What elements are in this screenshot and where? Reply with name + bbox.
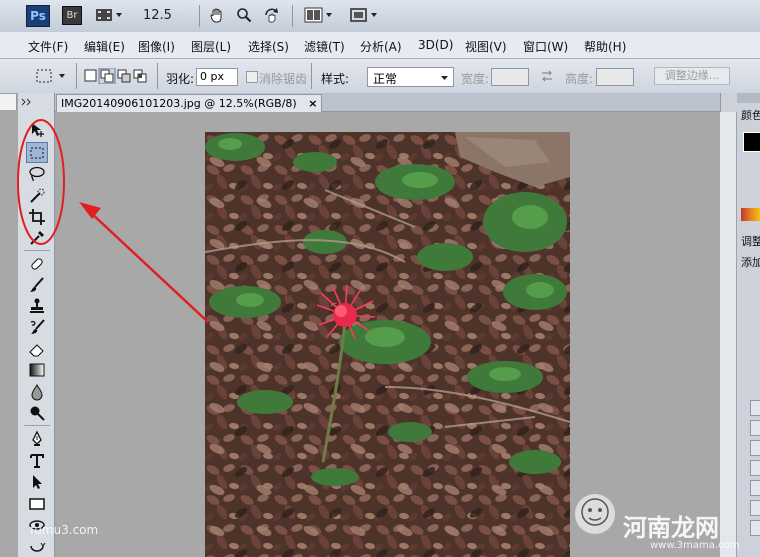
menu-analysis[interactable]: 分析(A): [360, 38, 402, 55]
style-label: 样式:: [321, 72, 350, 86]
pen-tool-icon[interactable]: [26, 429, 48, 449]
adjustment-preset-arrow[interactable]: [750, 520, 760, 536]
adjustments-panel-tab[interactable]: 调整: [741, 233, 760, 249]
menu-image[interactable]: 图像(I): [138, 38, 175, 55]
menu-filter[interactable]: 滤镜(T): [304, 38, 345, 55]
menu-edit[interactable]: 编辑(E): [84, 38, 125, 55]
refine-edge-button[interactable]: 调整边缘...: [654, 67, 730, 85]
chevron-down-icon: [441, 76, 448, 80]
close-icon[interactable]: ×: [308, 97, 317, 110]
3d-orbit-tool-icon[interactable]: [26, 536, 48, 556]
antialias-label: 消除锯齿: [259, 72, 308, 86]
adjustment-preset-arrow[interactable]: [750, 480, 760, 496]
film-strip-icon[interactable]: [94, 6, 124, 24]
arrange-documents-icon[interactable]: [303, 6, 335, 24]
tools-divider: [24, 425, 50, 426]
width-input[interactable]: [491, 68, 529, 86]
selection-mode-buttons[interactable]: [84, 67, 150, 85]
menu-3d[interactable]: 3D(D): [418, 38, 453, 52]
menu-layer[interactable]: 图层(L): [191, 38, 231, 55]
vertical-scrollbar[interactable]: [720, 112, 737, 557]
rotate-view-icon[interactable]: [261, 6, 283, 24]
tool-preset-picker[interactable]: [32, 66, 68, 86]
foreground-color-swatch[interactable]: [743, 132, 760, 152]
bridge-button[interactable]: Br: [62, 6, 82, 25]
menu-file[interactable]: 文件(F): [28, 38, 68, 55]
zoom-level-dropdown[interactable]: 12.5: [143, 6, 179, 24]
adjustment-preset-arrow[interactable]: [750, 460, 760, 476]
height-label: 高度:: [565, 72, 594, 86]
watermark-brand-url: www.3mama.com: [650, 540, 740, 551]
hand-tool-icon[interactable]: [207, 6, 227, 24]
adjustment-preset-arrow[interactable]: [750, 500, 760, 516]
swap-arrows-icon[interactable]: [540, 69, 554, 83]
panel-collapse-icon[interactable]: [20, 95, 34, 106]
color-panel-tab[interactable]: 颜色: [741, 107, 760, 123]
photoshop-logo: Ps: [26, 5, 50, 27]
eraser-tool-icon[interactable]: [26, 339, 48, 359]
screen-mode-icon[interactable]: [348, 6, 380, 24]
menu-select[interactable]: 选择(S): [248, 38, 289, 55]
feather-label: 羽化:: [166, 72, 195, 86]
menu-help[interactable]: 帮助(H): [584, 38, 626, 55]
watermark-left: fumu3.com: [30, 523, 99, 537]
style-value: 正常: [373, 72, 398, 86]
rectangle-tool-icon[interactable]: [26, 494, 48, 514]
chevron-down-icon: [178, 14, 179, 16]
height-input[interactable]: [596, 68, 634, 86]
adjustment-preset-arrow[interactable]: [750, 400, 760, 416]
zoom-tool-icon[interactable]: [234, 6, 254, 24]
zoom-level-value: 12.5: [143, 7, 172, 23]
adjustments-add-label: 添加: [741, 256, 760, 269]
adjustment-preset-arrow[interactable]: [750, 440, 760, 456]
gradient-tool-icon[interactable]: [26, 360, 48, 380]
feather-input[interactable]: 0 px: [196, 68, 238, 86]
antialias-checkbox[interactable]: [246, 71, 258, 83]
menu-view[interactable]: 视图(V): [465, 38, 507, 55]
dodge-tool-icon[interactable]: [26, 403, 48, 423]
path-selection-tool-icon[interactable]: [26, 472, 48, 492]
menu-window[interactable]: 窗口(W): [523, 38, 568, 55]
type-tool-icon[interactable]: [26, 451, 48, 471]
panel-header: [737, 93, 760, 103]
annotation-overlay: [0, 110, 240, 330]
feather-value: 0 px: [200, 70, 224, 83]
color-ramp[interactable]: [741, 208, 760, 221]
adjustment-preset-arrow[interactable]: [750, 420, 760, 436]
width-label: 宽度:: [461, 72, 490, 86]
document-tab-title: IMG20140906101203.jpg @ 12.5%(RGB/8): [61, 97, 297, 110]
style-select[interactable]: 正常: [367, 67, 454, 87]
watermark-logo: [572, 490, 618, 542]
blur-tool-icon[interactable]: [26, 382, 48, 402]
watermark-brand: 河南龙网: [623, 514, 719, 542]
document-image[interactable]: [205, 132, 570, 557]
